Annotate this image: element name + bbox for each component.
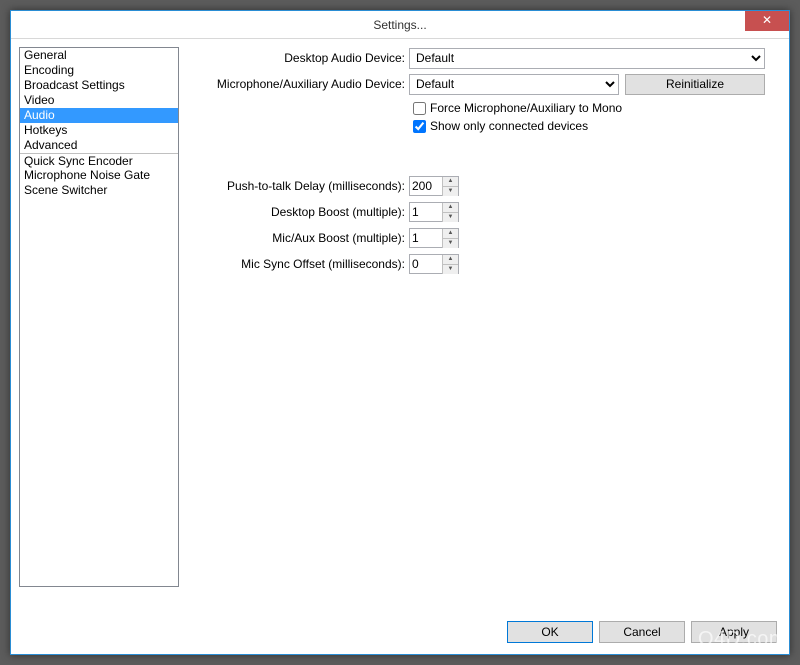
show-connected-checkbox[interactable]	[413, 120, 426, 133]
desktop-boost-label: Desktop Boost (multiple):	[189, 205, 409, 219]
ptt-delay-spinner[interactable]: ▲▼	[409, 176, 459, 196]
sidebar-item-scene-switcher[interactable]: Scene Switcher	[20, 183, 178, 198]
ok-button[interactable]: OK	[507, 621, 593, 643]
dialog-footer: OK Cancel Apply	[11, 618, 789, 646]
sidebar-item-video[interactable]: Video	[20, 93, 178, 108]
sidebar-item-advanced[interactable]: Advanced	[20, 138, 178, 153]
spin-down-icon[interactable]: ▼	[442, 239, 458, 248]
sidebar-item-broadcast-settings[interactable]: Broadcast Settings	[20, 78, 178, 93]
category-list[interactable]: GeneralEncodingBroadcast SettingsVideoAu…	[19, 47, 179, 587]
spin-up-icon[interactable]: ▲	[442, 229, 458, 239]
mic-aux-label: Microphone/Auxiliary Audio Device:	[189, 77, 409, 91]
sidebar-item-general[interactable]: General	[20, 48, 178, 63]
show-connected-label[interactable]: Show only connected devices	[430, 119, 588, 133]
mic-sync-label: Mic Sync Offset (milliseconds):	[189, 257, 409, 271]
sidebar-item-microphone-noise-gate[interactable]: Microphone Noise Gate	[20, 168, 178, 183]
apply-button[interactable]: Apply	[691, 621, 777, 643]
micaux-boost-spinner[interactable]: ▲▼	[409, 228, 459, 248]
sidebar-item-hotkeys[interactable]: Hotkeys	[20, 123, 178, 138]
mic-aux-select[interactable]: Default	[409, 74, 619, 95]
dialog-body: GeneralEncodingBroadcast SettingsVideoAu…	[19, 47, 781, 612]
spin-up-icon[interactable]: ▲	[442, 177, 458, 187]
spin-down-icon[interactable]: ▼	[442, 213, 458, 222]
spin-up-icon[interactable]: ▲	[442, 203, 458, 213]
spin-up-icon[interactable]: ▲	[442, 255, 458, 265]
close-button[interactable]: ✕	[745, 11, 789, 31]
window-title: Settings...	[373, 18, 426, 32]
settings-dialog: Settings... ✕ GeneralEncodingBroadcast S…	[10, 10, 790, 655]
audio-settings-panel: Desktop Audio Device: Default Microphone…	[189, 47, 781, 612]
desktop-boost-input[interactable]	[410, 203, 442, 221]
mic-sync-input[interactable]	[410, 255, 442, 273]
sidebar-item-encoding[interactable]: Encoding	[20, 63, 178, 78]
cancel-button[interactable]: Cancel	[599, 621, 685, 643]
spin-down-icon[interactable]: ▼	[442, 187, 458, 196]
ptt-delay-label: Push-to-talk Delay (milliseconds):	[189, 179, 409, 193]
ptt-delay-input[interactable]	[410, 177, 442, 195]
desktop-audio-label: Desktop Audio Device:	[189, 51, 409, 65]
sidebar-item-audio[interactable]: Audio	[20, 108, 178, 123]
force-mono-label[interactable]: Force Microphone/Auxiliary to Mono	[430, 101, 622, 115]
force-mono-checkbox[interactable]	[413, 102, 426, 115]
mic-sync-spinner[interactable]: ▲▼	[409, 254, 459, 274]
reinitialize-button[interactable]: Reinitialize	[625, 74, 765, 95]
close-icon: ✕	[762, 13, 772, 27]
spin-down-icon[interactable]: ▼	[442, 265, 458, 274]
titlebar: Settings... ✕	[11, 11, 789, 39]
sidebar-item-quick-sync-encoder[interactable]: Quick Sync Encoder	[20, 153, 178, 168]
micaux-boost-label: Mic/Aux Boost (multiple):	[189, 231, 409, 245]
desktop-audio-select[interactable]: Default	[409, 48, 765, 69]
desktop-boost-spinner[interactable]: ▲▼	[409, 202, 459, 222]
micaux-boost-input[interactable]	[410, 229, 442, 247]
